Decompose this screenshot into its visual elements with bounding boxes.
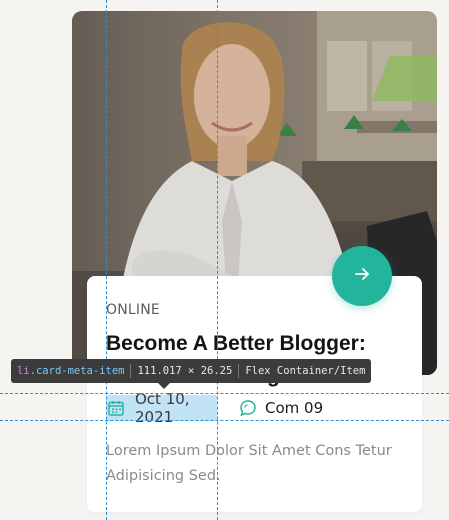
tooltip-type: Flex Container/Item <box>245 365 366 377</box>
card-comments-text: Com 09 <box>265 399 324 417</box>
arrow-right-icon <box>353 265 371 287</box>
tooltip-class: .card-meta-item <box>29 365 125 377</box>
card-body: ONLINE Become A Better Blogger: Content … <box>87 276 422 512</box>
tooltip-divider <box>238 364 240 378</box>
chat-bubble-icon <box>239 399 257 417</box>
calendar-icon <box>107 399 125 417</box>
tooltip-tag: li <box>17 365 30 377</box>
card-category[interactable]: ONLINE <box>106 302 160 318</box>
card-date-text: Oct 10, 2021 <box>135 390 190 426</box>
tooltip-size: 111.017 × 26.25 <box>137 365 233 377</box>
card-meta-item-comments[interactable]: Com 09 <box>239 395 323 421</box>
card-meta: Oct 10, 2021 Com 09 <box>106 390 323 426</box>
read-more-button[interactable] <box>332 246 392 306</box>
inspector-tooltip-pointer <box>158 383 170 389</box>
tooltip-divider <box>130 364 132 378</box>
inspector-tooltip: li .card-meta-item 111.017 × 26.25 Flex C… <box>11 359 372 383</box>
card-meta-item-date: Oct 10, 2021 <box>106 390 217 426</box>
card-excerpt: Lorem Ipsum Dolor Sit Amet Cons Tetur Ad… <box>106 443 392 484</box>
